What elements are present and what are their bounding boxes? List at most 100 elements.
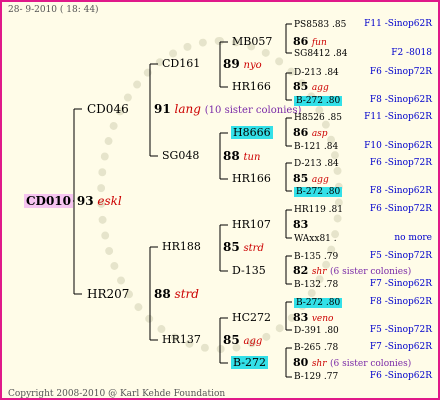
- g5-ring-12: B-132 .78: [294, 278, 338, 292]
- g5-ring-text-15: B-265 .78: [294, 343, 339, 353]
- g5-ref-4: F8 -Sinop62R: [369, 95, 432, 105]
- g4-loft-2: agg: [311, 83, 329, 93]
- g5-ring-8: B-272 .80: [294, 185, 343, 199]
- g5-ref-10: no more: [394, 233, 432, 243]
- g4-ring-3-text: H8666: [231, 126, 273, 139]
- g5-ring-text-11: B-135 .79: [294, 252, 339, 262]
- g3-loft-1: nyo: [243, 60, 262, 71]
- g4-yl-5: 83: [293, 218, 308, 232]
- g5-ring-text-10: WAxx81 .: [294, 234, 337, 244]
- g4-year-6: 82: [293, 264, 309, 277]
- root-year: 93: [76, 194, 94, 208]
- g5-ring-text-14: D-391 .80: [294, 326, 339, 336]
- g4-ring-8-text: B-272: [231, 356, 268, 369]
- g4-loft-3: asp: [311, 129, 328, 139]
- g3-loft-4: agg: [243, 336, 263, 347]
- g5-ring-9: HR119 .81: [294, 203, 343, 217]
- root-bird: CD010 93 eskl: [24, 194, 122, 208]
- g5-ref-7: F6 -Sinop72R: [369, 158, 432, 168]
- g3-ring-1: CD161: [162, 57, 201, 70]
- g4-year-8: 80: [293, 356, 309, 369]
- root-ring: CD010: [24, 194, 74, 208]
- g5-ref-9: F6 -Sinop72R: [369, 204, 432, 214]
- g5-ring-text-12: B-132 .78: [294, 280, 339, 290]
- g3-loft-2: tun: [243, 152, 261, 163]
- g5-ref-8: F8 -Sinop62R: [369, 186, 432, 196]
- g4-ring-5: HR107: [232, 218, 271, 231]
- g4-year-4: 85: [293, 172, 309, 185]
- sire-note: (10 sister colonies): [204, 105, 302, 116]
- g5-ref-2: F2 -8018: [391, 48, 432, 58]
- g5-ring-text-9: HR119 .81: [294, 205, 343, 215]
- g5-ref-16: F6 -Sinop62R: [369, 371, 432, 381]
- dam-year-loft: 88 strd: [154, 287, 199, 301]
- sire-year: 91: [154, 102, 171, 116]
- g3-loft-3: strd: [243, 243, 264, 254]
- g4-ring-4: HR166: [232, 172, 271, 185]
- g5-ref-3: F6 -Sinop72R: [369, 67, 432, 77]
- dam-loft: strd: [174, 287, 199, 301]
- sire-year-loft: 91 lang (10 sister colonies): [154, 102, 301, 118]
- g3-yl-3: 85 strd: [223, 240, 264, 256]
- g5-ring-7: D-213 .84: [294, 157, 339, 171]
- g5-ring-14: D-391 .80: [294, 324, 339, 338]
- g4-loft-6: shr: [311, 267, 327, 277]
- g4-ring-6: D-135: [232, 264, 266, 277]
- g5-ring-3: D-213 .84: [294, 66, 339, 80]
- g5-ref-1: F11 -Sinop62R: [364, 19, 432, 29]
- g5-ref-14: F5 -Sinop72R: [369, 325, 432, 335]
- g4-ring-2: HR166: [232, 80, 271, 93]
- g5-ring-text-1: PS8583 .85: [294, 20, 347, 30]
- g5-ring-text-3: D-213 .84: [294, 68, 339, 78]
- g4-ring-3: H8666: [231, 126, 273, 140]
- g5-ref-12: F7 -Sinop62R: [369, 279, 432, 289]
- g4-yl-2: 85 agg: [293, 80, 329, 95]
- g5-ring-13: B-272 .80: [294, 296, 343, 310]
- g3-year-4: 85: [223, 333, 240, 347]
- g5-ring-text-5: H8526 .85: [294, 113, 342, 123]
- g5-ring-text-16: B-129 .77: [294, 372, 339, 382]
- g4-loft-4: agg: [311, 175, 329, 185]
- g5-ring-text-13: B-272 .80: [294, 298, 343, 308]
- g3-ring-2: SG048: [162, 149, 200, 162]
- root-loft: eskl: [97, 194, 122, 208]
- g4-loft-7: veno: [311, 314, 334, 324]
- g5-ref-13: F8 -Sinop62R: [369, 297, 432, 307]
- g5-ring-text-8: B-272 .80: [294, 187, 343, 197]
- g5-ring-text-2: SG8412 .84: [294, 49, 348, 59]
- dam-ring: HR207: [87, 287, 130, 301]
- g4-yl-6: 82 shr (6 sister colonies): [293, 264, 411, 279]
- g4-year-3: 86: [293, 126, 309, 139]
- g5-ring-11: B-135 .79: [294, 250, 338, 264]
- g5-ring-4: B-272 .80: [294, 94, 343, 108]
- g5-ring-10: WAxx81 .: [294, 232, 337, 246]
- g5-ref-6: F10 -Sinop62R: [364, 141, 432, 151]
- sire-ring: CD046: [87, 102, 129, 116]
- g3-year-3: 85: [223, 240, 240, 254]
- g5-ring-2: SG8412 .84: [294, 47, 347, 61]
- g4-year-5: 83: [293, 218, 309, 231]
- g5-ref-5: F11 -Sinop62R: [364, 112, 432, 122]
- sire-loft: lang: [174, 102, 201, 116]
- g4-loft-8: shr: [311, 359, 327, 369]
- g3-yl-4: 85 agg: [223, 333, 262, 349]
- g4-note-8: (6 sister colonies): [330, 359, 412, 369]
- g5-ring-text-7: D-213 .84: [294, 159, 339, 169]
- g5-ring-6: B-121 .84: [294, 140, 338, 154]
- g4-ring-1: MB057: [232, 35, 273, 48]
- g4-ring-7: HC272: [232, 311, 272, 324]
- g4-yl-8: 80 shr (6 sister colonies): [293, 356, 411, 371]
- dam-year: 88: [154, 287, 171, 301]
- g3-yl-2: 88 tun: [223, 149, 260, 165]
- g5-ring-text-4: B-272 .80: [294, 96, 343, 106]
- g4-yl-3: 86 asp: [293, 126, 328, 141]
- g5-ring-16: B-129 .77: [294, 370, 338, 384]
- g4-ring-8: B-272: [231, 356, 268, 370]
- g4-year-7: 83: [293, 311, 309, 324]
- copyright: Copyright 2008-2010 @ Karl Kehde Foundat…: [8, 389, 226, 399]
- g3-yl-1: 89 nyo: [223, 57, 262, 73]
- g5-ring-text-6: B-121 .84: [294, 142, 339, 152]
- g3-year-2: 88: [223, 149, 240, 163]
- g5-ref-11: F5 -Sinop72R: [369, 251, 432, 261]
- g4-year-2: 85: [293, 80, 309, 93]
